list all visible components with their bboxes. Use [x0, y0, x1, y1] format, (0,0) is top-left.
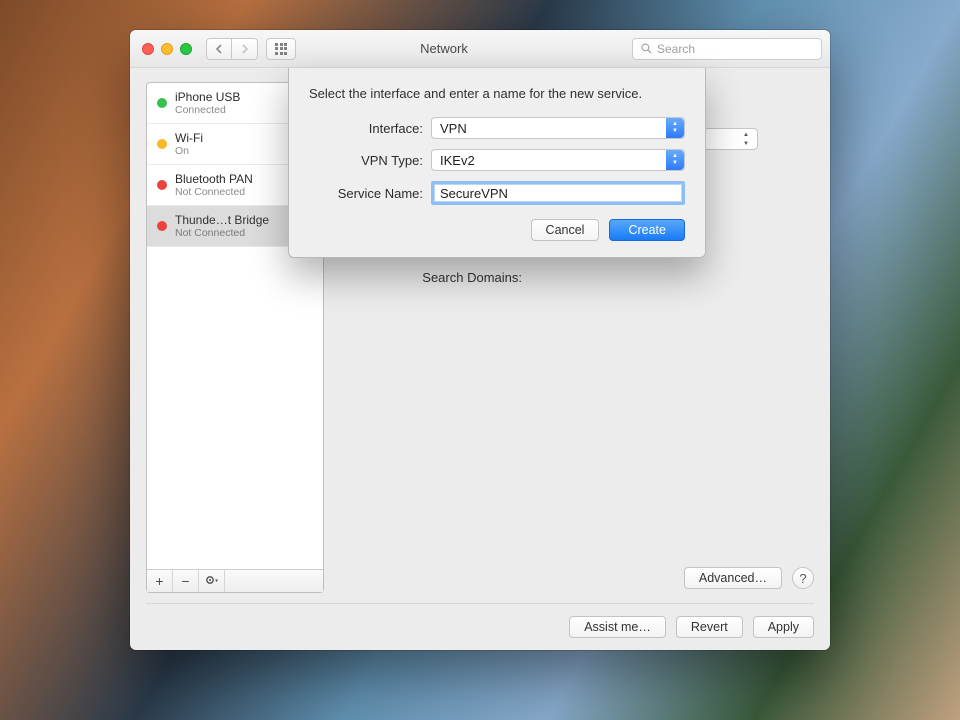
search-placeholder: Search	[657, 42, 695, 56]
titlebar: Network Search	[130, 30, 830, 68]
sheet-title: Select the interface and enter a name fo…	[309, 86, 685, 101]
service-status: Not Connected	[175, 186, 253, 198]
vpn-type-label: VPN Type:	[309, 153, 431, 168]
apply-button[interactable]: Apply	[753, 616, 814, 638]
revert-button[interactable]: Revert	[676, 616, 743, 638]
status-dot-icon	[157, 98, 167, 108]
help-button[interactable]: ?	[792, 567, 814, 589]
new-service-sheet: Select the interface and enter a name fo…	[288, 68, 706, 258]
window-title: Network	[256, 41, 632, 56]
service-name-label: Service Name:	[309, 186, 431, 201]
stepper-icon: ▲▼	[739, 130, 753, 148]
gear-icon	[205, 575, 219, 587]
search-icon	[641, 43, 652, 54]
search-domains-label: Search Domains:	[338, 270, 528, 285]
service-name: Bluetooth PAN	[175, 172, 253, 186]
create-button[interactable]: Create	[609, 219, 685, 241]
minimize-window-button[interactable]	[161, 43, 173, 55]
advanced-button[interactable]: Advanced…	[684, 567, 782, 589]
window-controls	[142, 43, 192, 55]
remove-service-button[interactable]: −	[173, 570, 199, 592]
close-window-button[interactable]	[142, 43, 154, 55]
cancel-button[interactable]: Cancel	[531, 219, 600, 241]
window-footer: Assist me… Revert Apply	[146, 603, 814, 638]
nav-back-forward	[206, 38, 258, 60]
vpn-type-select[interactable]: IKEv2	[431, 149, 685, 171]
service-actions-button[interactable]	[199, 570, 225, 592]
chevron-updown-icon	[666, 118, 684, 138]
search-field[interactable]: Search	[632, 38, 822, 60]
service-status: Not Connected	[175, 227, 283, 239]
interface-value: VPN	[440, 121, 467, 136]
status-dot-icon	[157, 221, 167, 231]
service-list-footer: + −	[147, 569, 323, 592]
forward-button[interactable]	[232, 38, 258, 60]
service-status: On	[175, 145, 203, 157]
interface-select[interactable]: VPN	[431, 117, 685, 139]
service-name-input[interactable]	[431, 181, 685, 205]
back-button[interactable]	[206, 38, 232, 60]
service-name: Thunde…t Bridge	[175, 213, 283, 227]
chevron-updown-icon	[666, 150, 684, 170]
interface-label: Interface:	[309, 121, 431, 136]
service-name: iPhone USB	[175, 90, 240, 104]
status-dot-icon	[157, 180, 167, 190]
add-service-button[interactable]: +	[147, 570, 173, 592]
zoom-window-button[interactable]	[180, 43, 192, 55]
service-status: Connected	[175, 104, 240, 116]
vpn-type-value: IKEv2	[440, 153, 475, 168]
status-dot-icon	[157, 139, 167, 149]
assist-me-button[interactable]: Assist me…	[569, 616, 666, 638]
service-name: Wi-Fi	[175, 131, 203, 145]
